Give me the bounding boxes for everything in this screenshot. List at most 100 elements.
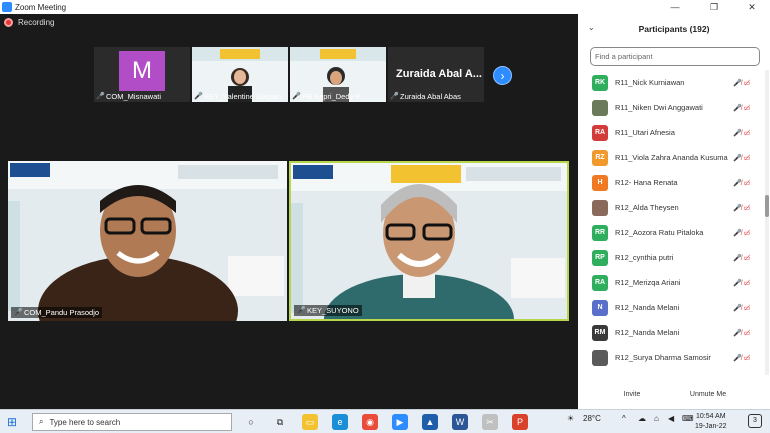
video-tile-suyono[interactable]: 🎤 KEY_SUYONO (289, 161, 569, 321)
participant-name: R12_cynthia putri (615, 253, 674, 262)
search-placeholder: Find a participant (595, 52, 653, 61)
mic-video-muted-icons: 🎤̸ ▭̸ (733, 304, 751, 312)
participant-row[interactable]: RK R11_Nick Kurniawan 🎤̸ ▭̸ (578, 70, 764, 95)
mic-muted-icon: 🎤 (390, 93, 399, 100)
mic-video-muted-icons: 🎤̸ ▭̸ (733, 329, 751, 337)
video-feed (291, 163, 567, 319)
tile-name: 🎤 KEY_Valentine Siagian (194, 92, 281, 101)
participant-name: KEY_Valentine Siagian (204, 92, 281, 101)
participant-row[interactable]: RM R12_Nanda Melani 🎤̸ ▭̸ (578, 320, 764, 345)
zoom-logo-icon (2, 2, 12, 12)
tile-name: 🎤 PB Kepri_Dedy P (292, 92, 360, 101)
mic-video-muted-icons: 🎤̸ ▭̸ (733, 229, 751, 237)
windows-start-icon[interactable]: ⊞ (7, 416, 19, 428)
mic-video-muted-icons: 🎤̸ ▭̸ (733, 79, 751, 87)
record-icon (4, 18, 13, 27)
mic-muted-icon: 🎤 (96, 93, 105, 100)
participant-row[interactable]: H R12- Hana Renata 🎤̸ ▭̸ (578, 170, 764, 195)
weather-temperature[interactable]: 28°C (583, 414, 601, 423)
avatar (592, 99, 608, 116)
window-title: Zoom Meeting (15, 2, 67, 12)
cortana-icon[interactable]: ○ (243, 414, 259, 430)
mic-video-muted-icons: 🎤̸ ▭̸ (733, 104, 751, 112)
next-page-button[interactable]: › (493, 66, 512, 85)
participant-name: PB Kepri_Dedy P (302, 92, 361, 101)
avatar: H (592, 174, 608, 191)
snipping-tool-icon[interactable]: ✂ (482, 414, 498, 430)
scrollbar-thumb[interactable] (765, 195, 769, 217)
edge-icon[interactable]: e (332, 414, 348, 430)
notification-count[interactable]: 3 (748, 414, 762, 428)
clock-time: 10:54 AM (695, 413, 726, 420)
task-view-icon[interactable]: ⧉ (272, 414, 288, 430)
participant-row[interactable]: R12_Alda Theysen 🎤̸ ▭̸ (578, 195, 764, 220)
video-tile-pandu[interactable]: 🎤 COM_Pandu Prasodjo (8, 161, 287, 321)
mic-muted-icon: 🎤 (194, 93, 203, 100)
participant-row[interactable]: RA R11_Utari Afnesia 🎤̸ ▭̸ (578, 120, 764, 145)
weather-icon[interactable]: ☀ (567, 414, 574, 423)
avatar: RR (592, 224, 608, 241)
participant-name: R11_Nick Kurniawan (615, 78, 685, 87)
participant-row[interactable]: R12_Surya Dharma Samosir 🎤̸ ▭̸ (578, 345, 764, 370)
powerpoint-icon[interactable]: P (512, 414, 528, 430)
close-button[interactable]: ✕ (733, 0, 770, 14)
network-icon[interactable]: ⌂ (654, 414, 659, 423)
search-icon: ⌕ (39, 417, 44, 426)
photos-icon[interactable]: ▲ (422, 414, 438, 430)
tile-name: 🎤 COM_Pandu Prasodjo (11, 307, 103, 318)
mic-muted-icon: 🎤 (292, 93, 301, 100)
mic-video-muted-icons: 🎤̸ ▭̸ (733, 279, 751, 287)
participant-name: R11_Utari Afnesia (615, 128, 675, 137)
avatar: M (119, 51, 165, 91)
mic-video-muted-icons: 🎤̸ ▭̸ (733, 154, 751, 162)
word-icon[interactable]: W (452, 414, 468, 430)
participant-row[interactable]: N R12_Nanda Melani 🎤̸ ▭̸ (578, 295, 764, 320)
participant-name: Zuraida Abal Abas (400, 92, 461, 101)
participant-list: RK R11_Nick Kurniawan 🎤̸ ▭̸ R11_Niken Dwi A… (578, 70, 764, 375)
gallery-tile-valentine[interactable]: 🎤 KEY_Valentine Siagian (192, 47, 288, 102)
video-feed (8, 161, 287, 321)
gallery-tile-misnawati[interactable]: M 🎤 COM_Misnawati (94, 47, 190, 102)
onedrive-icon[interactable]: ☁ (638, 414, 646, 423)
participant-name: R12_Alda Theysen (615, 203, 679, 212)
avatar: RA (592, 274, 608, 291)
avatar: RA (592, 124, 608, 141)
participant-row[interactable]: RZ R11_Viola Zahra Ananda Kusuma 🎤̸ ▭̸ (578, 145, 764, 170)
participant-display-name: Zuraida Abal A... (396, 68, 482, 80)
file-explorer-icon[interactable]: ▭ (302, 414, 318, 430)
volume-icon[interactable]: ◀ (668, 414, 674, 423)
language-icon[interactable]: ⌨ (682, 414, 694, 423)
tile-name: 🎤 COM_Misnawati (96, 92, 161, 101)
participant-name: R12_Aozora Ratu Pitaloka (615, 228, 704, 237)
zoom-taskbar-icon[interactable]: ▶ (392, 414, 408, 430)
participant-search-input[interactable]: Find a participant (590, 47, 760, 66)
participant-row[interactable]: RR R12_Aozora Ratu Pitaloka 🎤̸ ▭̸ (578, 220, 764, 245)
recording-label: Recording (18, 18, 55, 27)
taskbar-search-input[interactable]: ⌕ Type here to search (32, 413, 232, 431)
recording-indicator[interactable]: Recording (4, 18, 54, 27)
participant-name: R11_Viola Zahra Ananda Kusuma (615, 153, 728, 162)
participant-row[interactable]: R11_Niken Dwi Anggawati 🎤̸ ▭̸ (578, 95, 764, 120)
mic-muted-icon: 🎤 (14, 309, 23, 316)
gallery-tile-dedy[interactable]: 🎤 PB Kepri_Dedy P (290, 47, 386, 102)
minimize-button[interactable]: — (656, 0, 694, 14)
participant-row[interactable]: RA R12_Merizqa Ariani 🎤̸ ▭̸ (578, 270, 764, 295)
participant-name: KEY_SUYONO (307, 306, 359, 315)
mic-video-muted-icons: 🎤̸ ▭̸ (733, 354, 751, 362)
avatar (592, 199, 608, 216)
participant-name: COM_Pandu Prasodjo (24, 308, 100, 317)
title-bar: Zoom Meeting — ❐ ✕ (0, 0, 770, 14)
gallery-tile-zuraida[interactable]: Zuraida Abal A... 🎤 Zuraida Abal Abas (388, 47, 484, 102)
unmute-me-button[interactable]: Unmute Me (682, 387, 734, 401)
taskbar: ⊞ ⌕ Type here to search ○ ⧉ ▭ e ◉ ▶ ▲ W … (0, 409, 770, 433)
system-clock[interactable]: 10:54 AM 19-Jan-22 (695, 412, 727, 432)
avatar: RM (592, 324, 608, 341)
participant-row[interactable]: RP R12_cynthia putri 🎤̸ ▭̸ (578, 245, 764, 270)
maximize-button[interactable]: ❐ (695, 0, 733, 14)
invite-button[interactable]: Invite (618, 387, 646, 401)
chrome-icon[interactable]: ◉ (362, 414, 378, 430)
participant-name: R12_Surya Dharma Samosir (615, 353, 711, 362)
participant-name: R12_Merizqa Ariani (615, 278, 681, 287)
scrollbar[interactable] (765, 70, 769, 375)
tray-chevron-icon[interactable]: ^ (622, 414, 626, 423)
